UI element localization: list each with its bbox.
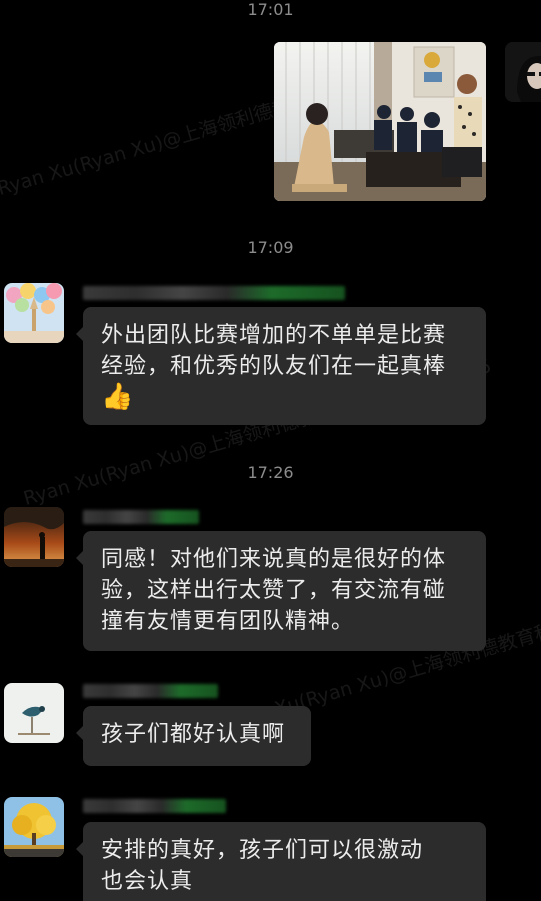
message-4-line-1: 安排的真好，孩子们可以很激动 xyxy=(101,838,424,863)
my-avatar[interactable] xyxy=(505,42,541,102)
sunset-avatar-image xyxy=(4,507,64,567)
photo-image xyxy=(274,42,486,201)
timestamp-1: 17:01 xyxy=(247,0,294,19)
message-2-line-3: 撞有友情更有团队精神。 xyxy=(101,609,355,634)
sent-photo[interactable] xyxy=(274,42,486,201)
message-bubble-3[interactable]: 孩子们都好认真啊 xyxy=(76,706,311,766)
my-avatar-image xyxy=(505,42,541,102)
contact-name-2 xyxy=(83,510,199,524)
contact-name-3 xyxy=(83,684,218,698)
contact-avatar-3[interactable] xyxy=(4,683,64,743)
contact-avatar-2[interactable] xyxy=(4,507,64,567)
contact-avatar-4[interactable] xyxy=(4,797,64,857)
message-bubble-1[interactable]: 外出团队比赛增加的不单单是比赛 经验，和优秀的队友们在一起真棒 👍 xyxy=(76,307,486,425)
bird-avatar-image xyxy=(4,683,64,743)
message-3-line-1: 孩子们都好认真啊 xyxy=(101,722,286,747)
thumbs-up-emoji: 👍 xyxy=(101,382,135,412)
message-bubble-4[interactable]: 安排的真好，孩子们可以很激动 也会认真 xyxy=(76,822,486,901)
contact-name-4 xyxy=(83,799,226,813)
timestamp-3: 17:26 xyxy=(247,463,294,482)
balloon-avatar-image xyxy=(4,283,64,343)
contact-name-1 xyxy=(83,286,345,300)
message-2-line-2: 验，这样出行太赞了，有交流有碰 xyxy=(101,578,447,603)
contact-avatar-1[interactable] xyxy=(4,283,64,343)
message-2-line-1: 同感！对他们来说真的是很好的体 xyxy=(101,547,447,572)
timestamp-2: 17:09 xyxy=(247,238,294,257)
message-bubble-2[interactable]: 同感！对他们来说真的是很好的体 验，这样出行太赞了，有交流有碰 撞有友情更有团队… xyxy=(76,531,486,651)
message-1-line-2: 经验，和优秀的队友们在一起真棒 xyxy=(101,354,447,379)
message-4-line-2: 也会认真 xyxy=(101,869,194,894)
message-1-line-1: 外出团队比赛增加的不单单是比赛 xyxy=(101,323,447,348)
tree-avatar-image xyxy=(4,797,64,857)
